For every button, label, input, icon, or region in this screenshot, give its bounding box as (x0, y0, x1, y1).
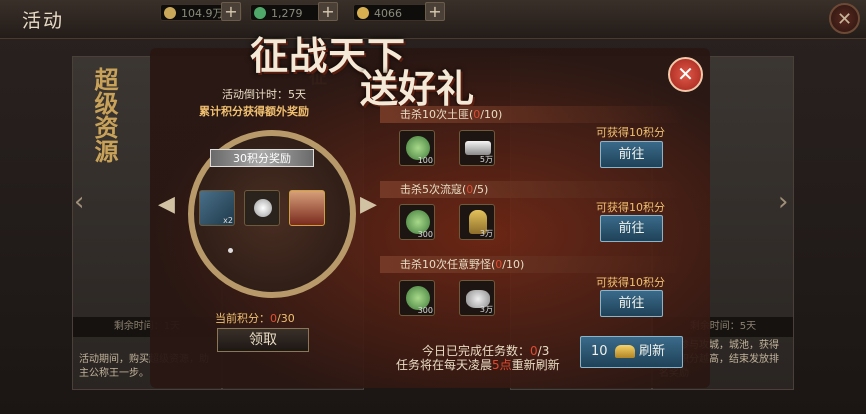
add-grain-button[interactable]: + (425, 2, 445, 21)
silver-shape (465, 141, 491, 155)
prev-tier-arrow-icon[interactable]: ◀ (158, 192, 175, 217)
reward-count: 100 (417, 156, 433, 165)
page-title: 活动 (22, 10, 65, 32)
refresh-note-a: 任务将在每天凌晨 (396, 358, 493, 372)
reward-subtitle: 累计积分获得额外奖励 (199, 105, 309, 118)
scroll-right-arrow-icon[interactable]: › (778, 185, 792, 219)
points-label: 当前积分： (215, 312, 270, 325)
scroll-left-arrow-icon[interactable]: ‹ (74, 185, 88, 219)
event-card-title: 超级资源 (90, 67, 119, 163)
task-progress-total: /10) (480, 108, 503, 121)
coin-icon (164, 7, 176, 19)
reward-count: 300 (417, 306, 433, 315)
refresh-note-c: 重新刷新 (511, 358, 560, 372)
refresh-note: 任务将在每天凌晨5点重新刷新 (396, 356, 560, 373)
reward-count: 3万 (479, 229, 493, 238)
task-progress-total: /5) (473, 183, 489, 196)
popup-title-line2: 送好礼 (360, 66, 475, 111)
reward-count: 5万 (479, 155, 493, 164)
refresh-time: 5点 (492, 358, 512, 372)
reward-count: 300 (417, 230, 433, 239)
points-gain: 可获得10积分 (596, 276, 665, 289)
go-button[interactable]: 前往 (600, 141, 663, 168)
gold-ingot-icon (615, 345, 635, 358)
jade-icon (254, 7, 266, 19)
grain-value: 4066 (374, 7, 402, 20)
reward-tier-label: 30积分奖励 (210, 149, 314, 167)
claim-button[interactable]: 领取 (217, 328, 309, 352)
task-header: 击杀10次土匪(0/10) (380, 106, 684, 123)
close-page-button[interactable]: ✕ (829, 3, 860, 34)
stone-icon[interactable]: 3万 (459, 280, 495, 316)
reward-count: 3万 (479, 305, 493, 314)
points-current: 0 (270, 312, 277, 325)
refresh-cost: 10 (591, 344, 608, 359)
task-header: 击杀5次流寇(0/5) (380, 181, 684, 198)
grain-icon (357, 7, 369, 19)
hero-portrait-icon[interactable] (289, 190, 325, 226)
pearl-shape (254, 199, 272, 217)
current-points: 当前积分：0/30 (215, 310, 295, 326)
grain-resource: 4066 (353, 4, 435, 21)
grain-icon[interactable]: 3万 (459, 204, 495, 240)
add-coin-button[interactable]: + (221, 2, 241, 21)
points-total: /30 (277, 312, 295, 325)
event-countdown: 活动倒计时：5天 (222, 88, 306, 101)
task-name: 击杀5次流寇 (400, 183, 462, 196)
close-popup-button[interactable]: ✕ (668, 57, 703, 92)
page-indicator-dot (228, 248, 233, 253)
task-name: 击杀10次土匪 (400, 108, 469, 121)
points-gain: 可获得10积分 (596, 201, 665, 214)
armor-icon[interactable]: x2 (199, 190, 235, 226)
slot-count: x2 (223, 216, 233, 225)
points-gain: 可获得10积分 (596, 126, 665, 139)
refresh-button[interactable]: 10 刷新 (580, 336, 683, 368)
silver-icon[interactable]: 5万 (459, 130, 495, 166)
jade-icon[interactable]: 300 (399, 280, 435, 316)
jade-icon[interactable]: 100 (399, 130, 435, 166)
refresh-label: 刷新 (639, 344, 666, 359)
pearl-icon[interactable] (244, 190, 280, 226)
add-jade-button[interactable]: + (318, 2, 338, 21)
task-header: 击杀10次任意野怪(0/10) (380, 256, 684, 273)
next-tier-arrow-icon[interactable]: ▶ (360, 192, 377, 217)
coin-value: 104.9万 (181, 7, 224, 20)
go-button[interactable]: 前往 (600, 290, 663, 317)
jade-value: 1,279 (271, 7, 303, 20)
jade-icon[interactable]: 300 (399, 204, 435, 240)
go-button[interactable]: 前往 (600, 215, 663, 242)
task-progress-total: /10) (502, 258, 525, 271)
task-name: 击杀10次任意野怪 (400, 258, 491, 271)
